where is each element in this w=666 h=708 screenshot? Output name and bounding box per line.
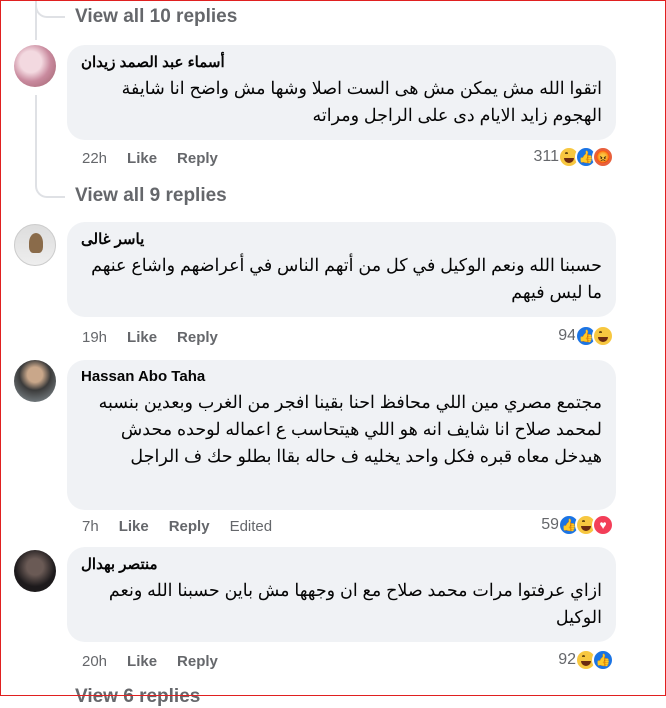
comment-actions: 7h Like Reply Edited [82, 518, 272, 535]
comment-text: مجتمع مصري مين اللي محافظ احنا بقينا افج… [98, 392, 602, 466]
comment-actions: 19h Like Reply [82, 329, 218, 346]
comment-text: ازاي عرفتوا مرات محمد صلاح مع ان وجهها م… [108, 580, 602, 627]
like-button[interactable]: Like [127, 329, 157, 346]
reply-button[interactable]: Reply [177, 653, 218, 670]
comment-text: حسبنا الله ونعم الوكيل في كل من أتهم الن… [91, 255, 602, 302]
comment-bubble: Hassan Abo Taha مجتمع مصري مين اللي محاف… [67, 360, 616, 510]
reaction-summary[interactable]: 59 👍 ♥ [541, 514, 614, 536]
thread-curve [35, 160, 65, 198]
like-reaction-icon: 👍 [592, 649, 614, 671]
comment-time[interactable]: 7h [82, 518, 99, 535]
comment-bubble: منتصر بهدال ازاي عرفتوا مرات محمد صلاح م… [67, 547, 616, 642]
comment-actions: 22h Like Reply [82, 150, 218, 167]
reaction-count: 92 [558, 651, 576, 668]
like-button[interactable]: Like [127, 150, 157, 167]
comment-author[interactable]: منتصر بهدال [81, 555, 602, 573]
reaction-summary[interactable]: 311 👍 😡 [533, 146, 614, 168]
reply-button[interactable]: Reply [169, 518, 210, 535]
angry-reaction-icon: 😡 [592, 146, 614, 168]
edited-label: Edited [229, 518, 273, 535]
haha-reaction-icon [592, 325, 614, 347]
reaction-count: 94 [558, 327, 576, 344]
like-button[interactable]: Like [127, 653, 157, 670]
comment-author[interactable]: أسماء عبد الصمد زيدان [81, 53, 602, 71]
avatar[interactable] [14, 45, 56, 87]
view-replies-link[interactable]: View 6 replies [75, 686, 200, 708]
love-reaction-icon: ♥ [592, 514, 614, 536]
reaction-summary[interactable]: 94 👍 [558, 325, 614, 347]
avatar[interactable] [14, 360, 56, 402]
view-replies-link[interactable]: View all 9 replies [75, 185, 227, 207]
avatar[interactable] [14, 550, 56, 592]
reply-button[interactable]: Reply [177, 150, 218, 167]
thread-curve [35, 0, 65, 18]
view-replies-link[interactable]: View all 10 replies [75, 6, 237, 28]
comment-bubble: أسماء عبد الصمد زيدان اتقوا الله مش يمكن… [67, 45, 616, 140]
comment-actions: 20h Like Reply [82, 653, 218, 670]
comment-bubble: ياسر غالى حسبنا الله ونعم الوكيل في كل م… [67, 222, 616, 317]
reaction-count: 59 [541, 516, 559, 533]
like-button[interactable]: Like [119, 518, 149, 535]
avatar[interactable] [14, 224, 56, 266]
reaction-count: 311 [533, 148, 559, 165]
comment-text: اتقوا الله مش يمكن مش هى الست اصلا وشها … [121, 78, 602, 125]
comment-time[interactable]: 20h [82, 653, 107, 670]
comment-time[interactable]: 19h [82, 329, 107, 346]
comment-author[interactable]: ياسر غالى [81, 230, 602, 248]
comment-time[interactable]: 22h [82, 150, 107, 167]
comment-author[interactable]: Hassan Abo Taha [81, 368, 602, 385]
reply-button[interactable]: Reply [177, 329, 218, 346]
reaction-summary[interactable]: 92 👍 [558, 649, 614, 671]
